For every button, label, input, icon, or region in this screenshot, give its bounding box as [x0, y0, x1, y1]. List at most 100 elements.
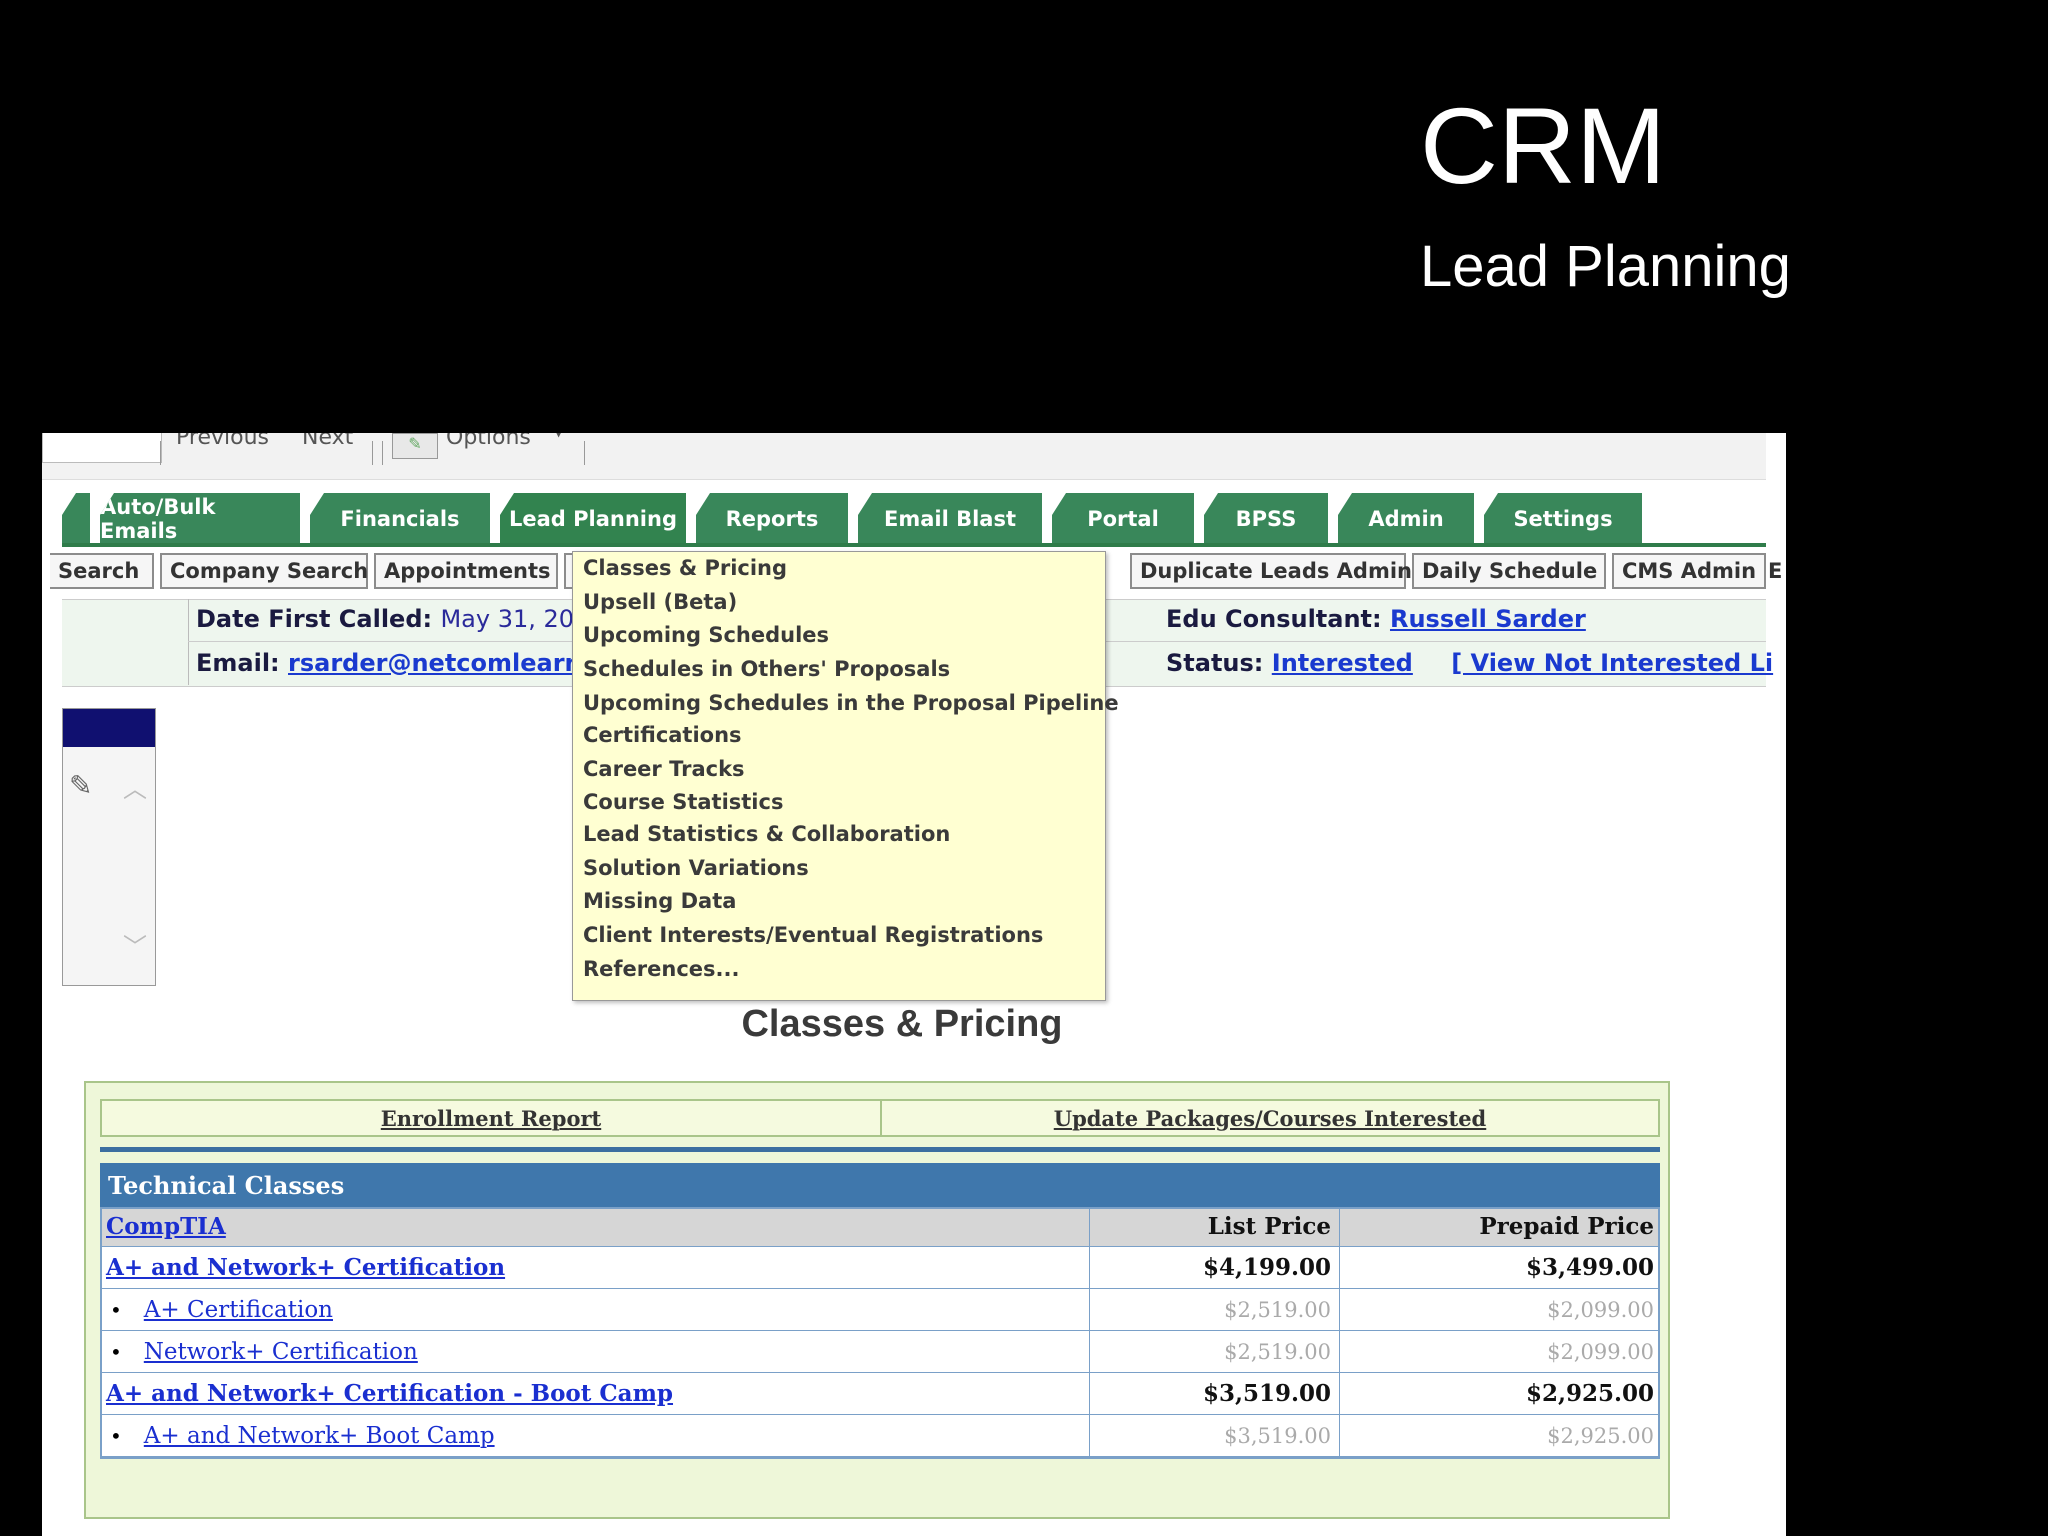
date-first-called-label: Date First Called: [196, 605, 433, 633]
list-price: $3,519.00 [1090, 1373, 1340, 1414]
chevron-down-icon[interactable]: ﹀ [123, 927, 147, 962]
section-divider [100, 1147, 1660, 1152]
previous-button[interactable]: Previous [176, 433, 269, 450]
email-info: Email: rsarder@netcomlearni [196, 649, 590, 677]
prepaid-price: $3,499.00 [1525, 1254, 1654, 1281]
course-link[interactable]: Network+ Certification [144, 1339, 418, 1365]
email-link[interactable]: rsarder@netcomlearni [288, 649, 590, 677]
status-link[interactable]: Interested [1272, 649, 1413, 677]
list-price-header: List Price [1090, 1207, 1340, 1246]
course-link[interactable]: A+ and Network+ Certification - Boot Cam… [106, 1380, 673, 1407]
course-link[interactable]: A+ and Network+ Boot Camp [144, 1423, 495, 1449]
menu-item-lead-statistics[interactable]: Lead Statistics & Collaboration [583, 822, 950, 846]
list-price: $2,519.00 [1090, 1289, 1340, 1330]
enrollment-report-link[interactable]: Enrollment Report [102, 1101, 880, 1135]
prepaid-price: $2,925.00 [1547, 1423, 1654, 1448]
tab-partial[interactable] [62, 493, 90, 545]
subnav-company-search[interactable]: Company Search [160, 553, 368, 589]
update-packages-link[interactable]: Update Packages/Courses Interested [882, 1101, 1658, 1135]
status-info: Status: Interested [ View Not Interested… [1166, 649, 1773, 677]
tab-reports[interactable]: Reports [696, 493, 848, 545]
table-row: • A+ Certification $2,519.00 $2,099.00 [100, 1289, 1660, 1331]
tab-underline [62, 543, 1766, 547]
table-header-row: CompTIA List Price Prepaid Price [100, 1207, 1660, 1247]
table-row: A+ and Network+ Certification - Boot Cam… [100, 1373, 1660, 1415]
side-panel: ✎ ︿ ﹀ [62, 708, 156, 986]
slide-title: CRM [1420, 85, 1666, 206]
status-label: Status: [1166, 649, 1264, 677]
menu-item-career-tracks[interactable]: Career Tracks [583, 757, 745, 781]
tab-email-blast[interactable]: Email Blast [858, 493, 1042, 545]
edu-consultant-link[interactable]: Russell Sarder [1390, 605, 1586, 633]
tab-portal[interactable]: Portal [1052, 493, 1194, 545]
toolbar-separator [382, 441, 383, 465]
tab-settings[interactable]: Settings [1484, 493, 1642, 545]
list-price: $4,199.00 [1090, 1247, 1340, 1288]
menu-item-solution-variations[interactable]: Solution Variations [583, 856, 809, 880]
tab-financials[interactable]: Financials [310, 493, 490, 545]
subnav-cms-admin[interactable]: CMS Admin [1612, 553, 1766, 589]
menu-item-schedules-others-proposals[interactable]: Schedules in Others' Proposals [583, 657, 950, 681]
tab-lead-planning[interactable]: Lead Planning [500, 493, 686, 545]
bullet-icon: • [110, 1297, 122, 1322]
toolbar-field[interactable] [42, 433, 162, 463]
tab-admin[interactable]: Admin [1338, 493, 1474, 545]
action-links-bar: Enrollment Report Update Packages/Course… [100, 1099, 1660, 1137]
prepaid-price: $2,099.00 [1547, 1297, 1654, 1322]
edu-consultant: Edu Consultant: Russell Sarder [1166, 605, 1586, 633]
top-toolbar: Previous Next ✎ Options ▼ [42, 433, 1766, 480]
bullet-icon: • [110, 1423, 122, 1448]
list-price: $2,519.00 [1090, 1331, 1340, 1372]
email-label: Email: [196, 649, 280, 677]
options-edit-icon[interactable]: ✎ [392, 433, 438, 459]
menu-item-course-statistics[interactable]: Course Statistics [583, 790, 783, 814]
comptia-link[interactable]: CompTIA [106, 1213, 226, 1240]
list-price: $3,519.00 [1090, 1415, 1340, 1456]
page-title: Classes & Pricing [741, 1003, 1063, 1045]
prepaid-price-header: Prepaid Price [1479, 1213, 1654, 1240]
menu-item-missing-data[interactable]: Missing Data [583, 889, 736, 913]
view-not-interested-link[interactable]: [ View Not Interested Li [1451, 649, 1773, 677]
main-tabs: Auto/Bulk Emails Financials Lead Plannin… [62, 493, 1766, 545]
menu-item-client-interests[interactable]: Client Interests/Eventual Registrations [583, 923, 1043, 947]
menu-item-certifications[interactable]: Certifications [583, 723, 742, 747]
next-button[interactable]: Next [302, 433, 353, 450]
lead-planning-dropdown: Classes & Pricing Upsell (Beta) Upcoming… [572, 551, 1119, 1001]
chevron-up-icon[interactable]: ︿ [123, 769, 147, 804]
toolbar-separator [160, 441, 161, 465]
pencil-icon[interactable]: ✎ [69, 769, 92, 802]
subnav-daily-schedule[interactable]: Daily Schedule [1412, 553, 1606, 589]
menu-item-upcoming-schedules[interactable]: Upcoming Schedules [583, 623, 829, 647]
edu-consultant-label: Edu Consultant: [1166, 605, 1382, 633]
date-first-called-value: May 31, 201 [440, 605, 590, 633]
classes-pricing-panel: Enrollment Report Update Packages/Course… [84, 1081, 1670, 1519]
toolbar-separator [372, 441, 373, 465]
toolbar-separator [584, 441, 585, 465]
subnav-duplicate-leads-admin[interactable]: Duplicate Leads Admin [1130, 553, 1412, 589]
chevron-down-icon[interactable]: ▼ [554, 433, 563, 439]
subnav-partial-e[interactable]: E [1766, 553, 1786, 589]
menu-item-classes-pricing[interactable]: Classes & Pricing [583, 556, 787, 580]
table-row: A+ and Network+ Certification $4,199.00 … [100, 1247, 1660, 1289]
date-first-called: Date First Called: May 31, 201 [196, 605, 589, 633]
menu-item-upsell[interactable]: Upsell (Beta) [583, 590, 737, 614]
prepaid-price: $2,925.00 [1525, 1380, 1654, 1407]
course-link[interactable]: A+ and Network+ Certification [106, 1254, 505, 1281]
technical-classes-header: Technical Classes [100, 1163, 1660, 1207]
slide-subtitle: Lead Planning [1420, 234, 1791, 299]
side-panel-header [63, 709, 155, 747]
subnav-search[interactable]: Search [50, 553, 154, 589]
menu-item-schedules-proposal-pipeline[interactable]: Upcoming Schedules in the Proposal Pipel… [583, 691, 1119, 715]
course-link[interactable]: A+ Certification [144, 1297, 333, 1323]
info-divider [188, 599, 189, 685]
options-button[interactable]: Options [446, 433, 531, 450]
table-row: • A+ and Network+ Boot Camp $3,519.00 $2,… [100, 1415, 1660, 1457]
bullet-icon: • [110, 1339, 122, 1364]
tab-auto-bulk-emails[interactable]: Auto/Bulk Emails [100, 493, 300, 545]
menu-item-references[interactable]: References... [583, 957, 739, 981]
tab-bpss[interactable]: BPSS [1204, 493, 1328, 545]
subnav-appointments[interactable]: Appointments [374, 553, 558, 589]
crm-screenshot: Previous Next ✎ Options ▼ Auto/Bulk Emai… [42, 433, 1786, 1536]
table-row: • Network+ Certification $2,519.00 $2,099… [100, 1331, 1660, 1373]
prepaid-price: $2,099.00 [1547, 1339, 1654, 1364]
